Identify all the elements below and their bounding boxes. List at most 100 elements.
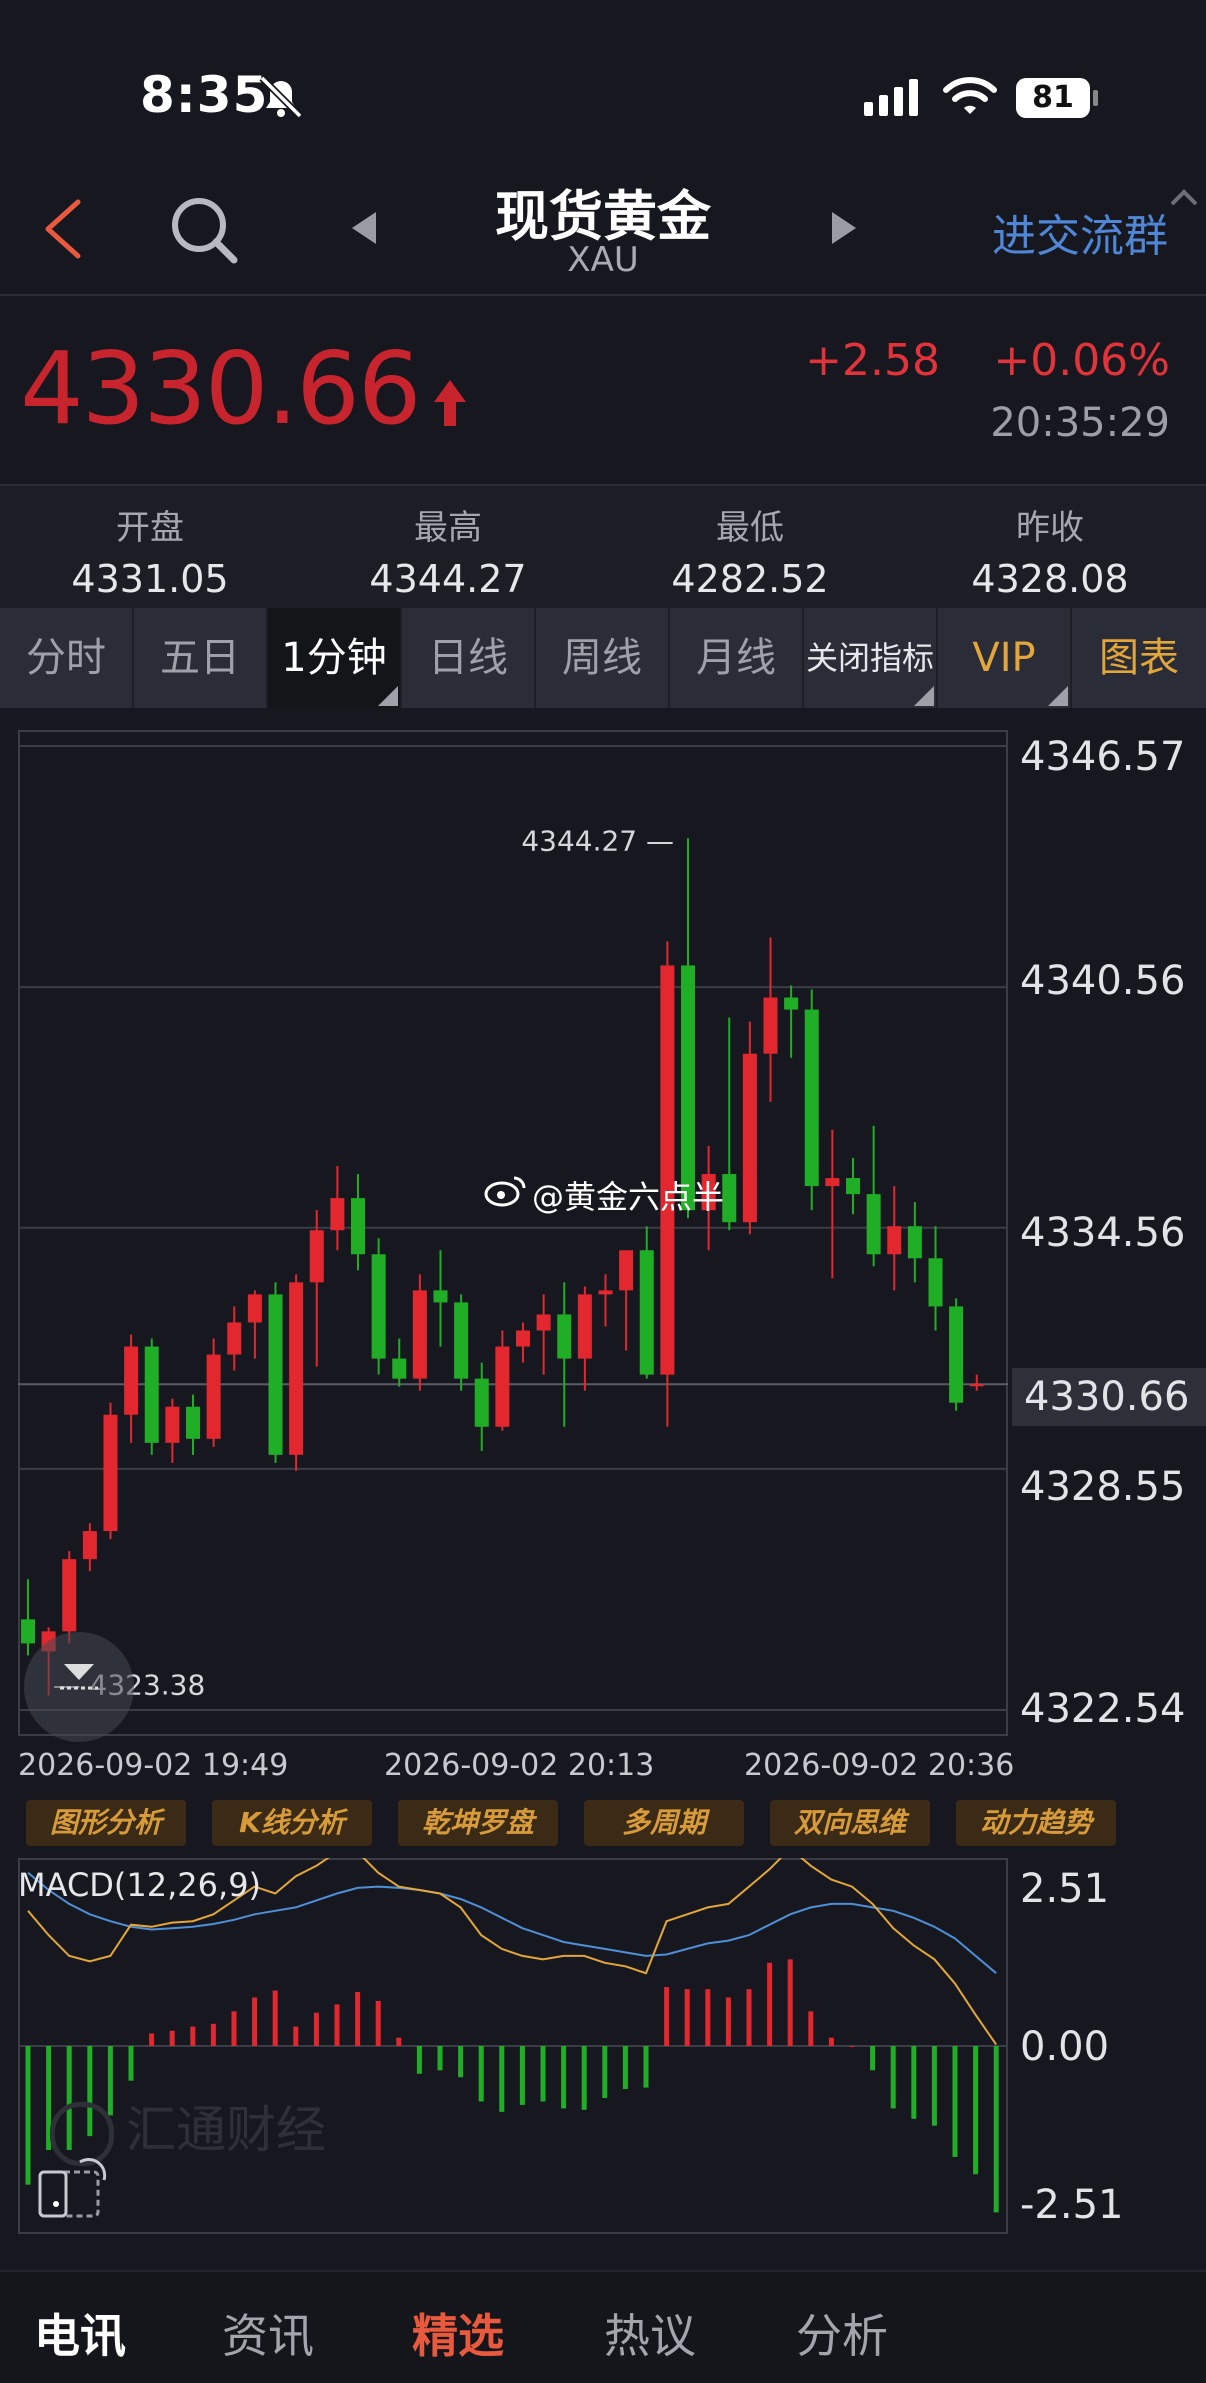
tab-monthly[interactable]: 月线: [670, 608, 804, 708]
nav-item-featured[interactable]: 精选: [412, 2300, 504, 2366]
candle-body: [103, 1414, 118, 1532]
macd-histogram-bar: [684, 1989, 690, 2046]
macd-chart[interactable]: [18, 1858, 1008, 2234]
macd-histogram-bar: [169, 2030, 175, 2046]
macd-histogram-bar: [128, 2046, 134, 2081]
tab-dropdown-icon: [1048, 686, 1068, 706]
battery-icon: 81: [1016, 78, 1090, 118]
candle-body: [557, 1314, 572, 1359]
candle-body: [454, 1302, 469, 1379]
macd-histogram-bar: [375, 2000, 381, 2046]
macd-histogram-bar: [767, 1962, 773, 2046]
candle-body: [722, 1174, 737, 1223]
macd-histogram-bar: [519, 2046, 525, 2105]
macd-histogram-bar: [828, 2037, 834, 2046]
candle-body: [289, 1282, 304, 1455]
macd-histogram-bar: [355, 1991, 361, 2046]
y-tick-last-price: 4330.66: [1024, 1374, 1190, 1420]
expand-icon[interactable]: [1168, 186, 1204, 214]
macd-histogram-bar: [849, 2046, 855, 2047]
candle-body: [969, 1384, 984, 1387]
macd-histogram-bar: [725, 1997, 731, 2046]
candle-body: [412, 1290, 427, 1379]
y-tick: 4340.56: [1020, 958, 1186, 1004]
macd-histogram-bar: [602, 2046, 608, 2098]
mute-bell-icon: [259, 75, 303, 118]
two-way-thinking-button[interactable]: 双向思维: [770, 1800, 930, 1846]
candle-body: [495, 1346, 510, 1427]
nav-item-hot-topics[interactable]: 热议: [604, 2300, 696, 2366]
macd-y-tick: -2.51: [1020, 2182, 1124, 2228]
macd-y-tick: 2.51: [1020, 1866, 1110, 1912]
nav-item-news[interactable]: 资讯: [222, 2300, 314, 2366]
candle-body: [577, 1294, 592, 1359]
tab-close-indicator[interactable]: 关闭指标: [804, 608, 938, 708]
tab-label: 关闭指标: [805, 639, 934, 677]
status-time: 8:35: [140, 66, 269, 124]
graphic-analysis-button[interactable]: 图形分析: [26, 1800, 186, 1846]
candle-body: [392, 1358, 407, 1379]
screen-toggle-icon[interactable]: [36, 2158, 116, 2220]
candle-body: [804, 1009, 819, 1187]
momentum-trend-button[interactable]: 动力趋势: [956, 1800, 1116, 1846]
nav-item-analysis[interactable]: 分析: [796, 2300, 888, 2366]
up-arrow-icon: [434, 380, 466, 426]
nav-item-telegraph[interactable]: 电讯: [34, 2300, 126, 2366]
macd-histogram-bar: [149, 2033, 155, 2046]
macd-histogram-bar: [313, 2012, 319, 2046]
chart-watermark-handle: @黄金六点半: [532, 1178, 725, 1216]
multi-period-button[interactable]: 多周期: [584, 1800, 744, 1846]
stat-value: 4282.52: [671, 557, 829, 601]
tab-dropdown-icon: [914, 686, 934, 706]
battery-cap: [1093, 90, 1098, 106]
tab-vip[interactable]: VIP: [938, 608, 1072, 708]
join-group-link[interactable]: 进交流群: [992, 200, 1168, 264]
candlestick-chart[interactable]: 4344.27 —— 4323.38: [18, 730, 1008, 1736]
price-change-percent: +0.06%: [993, 335, 1170, 386]
collapse-button[interactable]: [24, 1632, 134, 1742]
tab-label: VIP: [972, 635, 1036, 681]
candle-body: [433, 1290, 448, 1303]
compass-button[interactable]: 乾坤罗盘: [398, 1800, 558, 1846]
stat-value: 4328.08: [971, 557, 1129, 601]
next-arrow-icon[interactable]: [828, 210, 860, 246]
x-tick: 2026-09-02 20:36: [744, 1748, 1015, 1783]
macd-histogram-bar: [746, 1989, 752, 2046]
signal-icon: [864, 79, 918, 116]
candle-body: [62, 1559, 77, 1632]
macd-title: MACD(12,26,9): [18, 1866, 262, 1904]
stat-high: 最高 4344.27: [298, 500, 598, 601]
tab-label: 1分钟: [281, 635, 387, 681]
candle-body: [536, 1314, 551, 1331]
macd-histogram-bar: [705, 1989, 711, 2046]
weibo-icon: [484, 1176, 526, 1207]
tab-daily[interactable]: 日线: [402, 608, 536, 708]
candle-body: [866, 1194, 881, 1255]
stat-low: 最低 4282.52: [600, 500, 900, 601]
kline-analysis-button[interactable]: K线分析: [212, 1800, 372, 1846]
candle-body: [82, 1531, 97, 1560]
tab-1min[interactable]: 1分钟: [268, 608, 402, 708]
stat-label: 昨收: [1016, 508, 1084, 548]
quote-time: 20:35:29: [990, 400, 1170, 446]
y-tick: 4346.57: [1020, 734, 1186, 780]
macd-histogram-bar: [664, 1987, 670, 2046]
y-tick: 4322.54: [1020, 1686, 1186, 1732]
stat-prev-close: 昨收 4328.08: [900, 500, 1200, 601]
tab-five-day[interactable]: 五日: [134, 608, 268, 708]
candle-body: [928, 1258, 943, 1307]
source-watermark-text: 汇通财经: [126, 2101, 326, 2159]
collapse-icon: [60, 1664, 98, 1690]
stat-open: 开盘 4331.05: [0, 500, 300, 601]
macd-histogram-bar: [561, 2046, 567, 2109]
macd-histogram-bar: [272, 1990, 278, 2046]
tab-timeshare[interactable]: 分时: [0, 608, 134, 708]
x-tick: 2026-09-02 19:49: [18, 1748, 289, 1783]
tab-chart[interactable]: 图表: [1072, 608, 1206, 708]
tab-weekly[interactable]: 周线: [536, 608, 670, 708]
macd-histogram-bar: [952, 2046, 958, 2157]
macd-histogram-bar: [396, 2037, 402, 2046]
macd-histogram-bar: [973, 2046, 979, 2175]
macd-histogram-bar: [787, 1959, 793, 2046]
macd-histogram-bar: [993, 2046, 999, 2213]
